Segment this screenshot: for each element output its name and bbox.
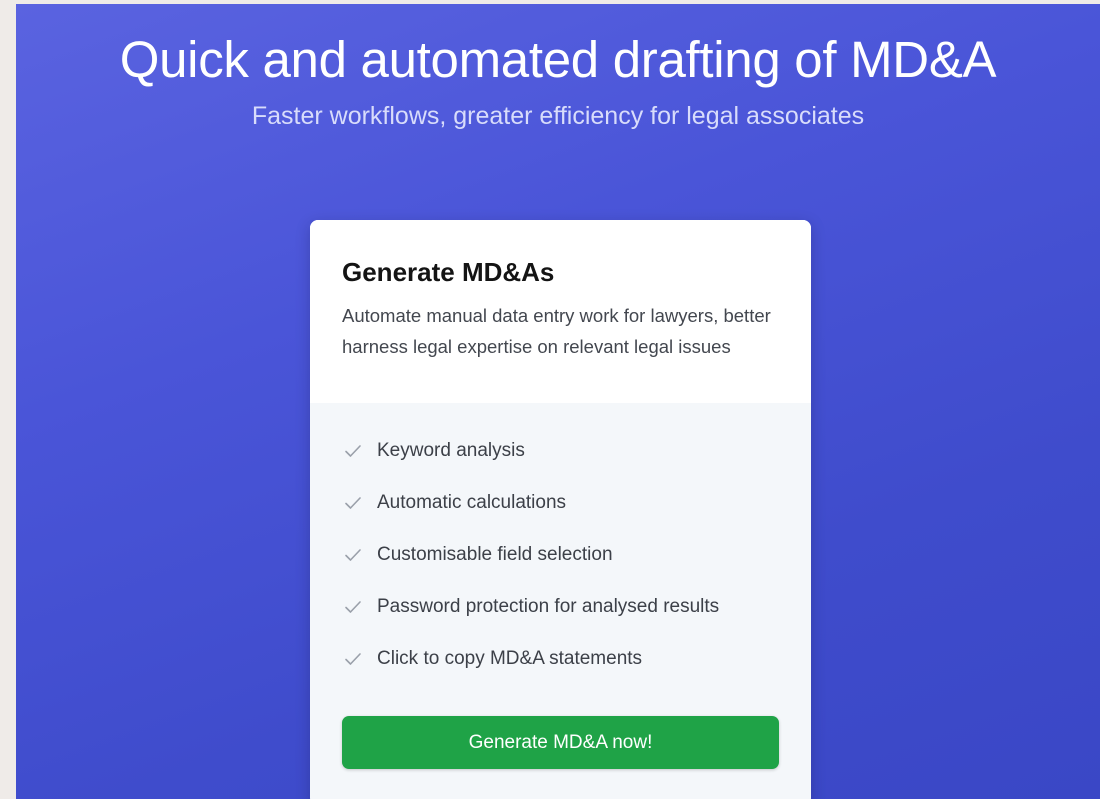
feature-item: Password protection for analysed results <box>344 581 719 633</box>
card-feature-panel: Keyword analysis Automatic calculations … <box>310 403 811 799</box>
feature-label: Customisable field selection <box>377 544 613 565</box>
check-icon <box>345 549 361 561</box>
feature-item: Keyword analysis <box>344 425 719 477</box>
pricing-card: Generate MD&As Automate manual data entr… <box>310 220 811 799</box>
feature-label: Click to copy MD&A statements <box>377 648 643 669</box>
hero-title: Quick and automated drafting of MD&A <box>119 31 997 88</box>
feature-list: Keyword analysis Automatic calculations … <box>344 425 719 685</box>
feature-item: Customisable field selection <box>344 529 719 581</box>
card-description: Automate manual data entry work for lawy… <box>342 305 771 357</box>
check-icon <box>345 445 361 457</box>
hero-subtitle: Faster workflows, greater efficiency for… <box>251 102 865 130</box>
check-icon <box>345 653 361 665</box>
feature-label: Automatic calculations <box>377 492 567 513</box>
check-icon <box>345 601 361 613</box>
feature-label: Keyword analysis <box>377 440 525 461</box>
check-icon <box>345 497 361 509</box>
generate-mda-button[interactable]: Generate MD&A now! <box>342 716 779 769</box>
feature-item: Automatic calculations <box>344 477 719 529</box>
card-header: Generate MD&As Automate manual data entr… <box>310 220 811 403</box>
card-title: Generate MD&As <box>342 257 555 287</box>
feature-label: Password protection for analysed results <box>377 596 720 617</box>
feature-item: Click to copy MD&A statements <box>344 633 719 685</box>
hero-section: Quick and automated drafting of MD&A Fas… <box>16 4 1100 799</box>
